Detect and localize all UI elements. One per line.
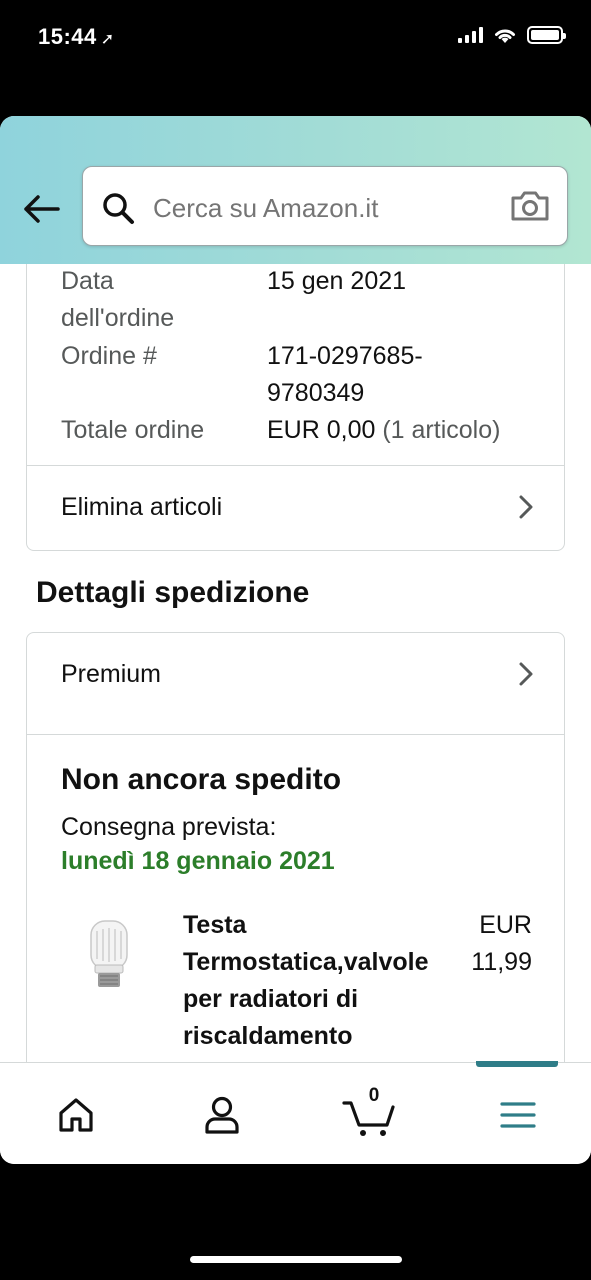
- cart-count-badge: 0: [368, 1085, 380, 1106]
- tab-account[interactable]: [198, 1091, 246, 1139]
- status-bar: 15:44 ➚: [0, 0, 591, 116]
- divider: [27, 734, 564, 735]
- hamburger-menu-icon: [500, 1102, 536, 1128]
- chevron-right-icon: [519, 495, 533, 519]
- tab-cart[interactable]: 0: [342, 1085, 398, 1139]
- home-indicator[interactable]: [190, 1256, 402, 1263]
- order-total-amount: EUR 0,00: [267, 416, 376, 444]
- order-total-label: Totale ordine: [61, 416, 205, 444]
- shipment-card: Premium Non ancora spedito Consegna prev…: [26, 632, 565, 1062]
- order-item-count: (1 articolo): [382, 416, 501, 444]
- chevron-right-icon: [519, 662, 533, 686]
- shipping-details-title: Dettagli spedizione: [36, 576, 310, 609]
- delivery-estimate-label: Consegna prevista:: [61, 813, 277, 841]
- back-button[interactable]: [20, 188, 62, 230]
- home-icon: [59, 1098, 93, 1132]
- camera-icon[interactable]: [509, 189, 551, 223]
- order-number-label: Ordine #: [61, 342, 157, 370]
- wifi-icon: [495, 29, 515, 43]
- product-title[interactable]: Testa Termostatica,valvole per radiatori…: [183, 907, 463, 1055]
- delete-items-label: Elimina articoli: [61, 493, 223, 521]
- status-time: 15:44 ➚: [38, 24, 115, 50]
- active-tab-indicator: [476, 1061, 558, 1067]
- order-date-label: Data dell'ordine: [61, 267, 175, 332]
- status-icons: [458, 26, 566, 44]
- shipment-status: Non ancora spedito: [61, 763, 342, 796]
- product-price: EUR 11,99: [471, 911, 532, 976]
- search-placeholder: Cerca su Amazon.it: [153, 193, 379, 223]
- delete-items-row[interactable]: Elimina articoli: [27, 466, 564, 552]
- app-window: Cerca su Amazon.it Data dell'ordine 15 g…: [0, 116, 591, 1164]
- search-icon: [103, 193, 134, 224]
- order-total-value: EUR 0,00 (1 articolo): [267, 412, 500, 449]
- header-bar: Cerca su Amazon.it: [0, 116, 591, 264]
- search-input[interactable]: Cerca su Amazon.it: [82, 166, 568, 246]
- premium-row[interactable]: Premium: [27, 633, 564, 719]
- battery-icon: [527, 26, 566, 44]
- order-summary-card: Data dell'ordine 15 gen 2021 Ordine # 17…: [26, 264, 565, 551]
- order-details-content: Data dell'ordine 15 gen 2021 Ordine # 17…: [0, 264, 591, 1062]
- tab-menu[interactable]: [494, 1091, 542, 1139]
- cellular-signal-icon: [458, 27, 483, 43]
- order-date-value: 15 gen 2021: [267, 267, 407, 295]
- location-arrow-icon: ➚: [100, 31, 115, 48]
- premium-label: Premium: [61, 660, 162, 688]
- delivery-date: lunedì 18 gennaio 2021: [61, 847, 335, 875]
- order-number-value: 171-0297685- 9780349: [267, 342, 423, 407]
- user-icon: [205, 1096, 239, 1134]
- clock-text: 15:44: [38, 24, 97, 49]
- back-arrow-icon: [24, 195, 60, 223]
- tab-home[interactable]: [52, 1091, 100, 1139]
- bottom-tab-bar: 0: [0, 1061, 591, 1164]
- product-thumbnail[interactable]: [83, 919, 135, 991]
